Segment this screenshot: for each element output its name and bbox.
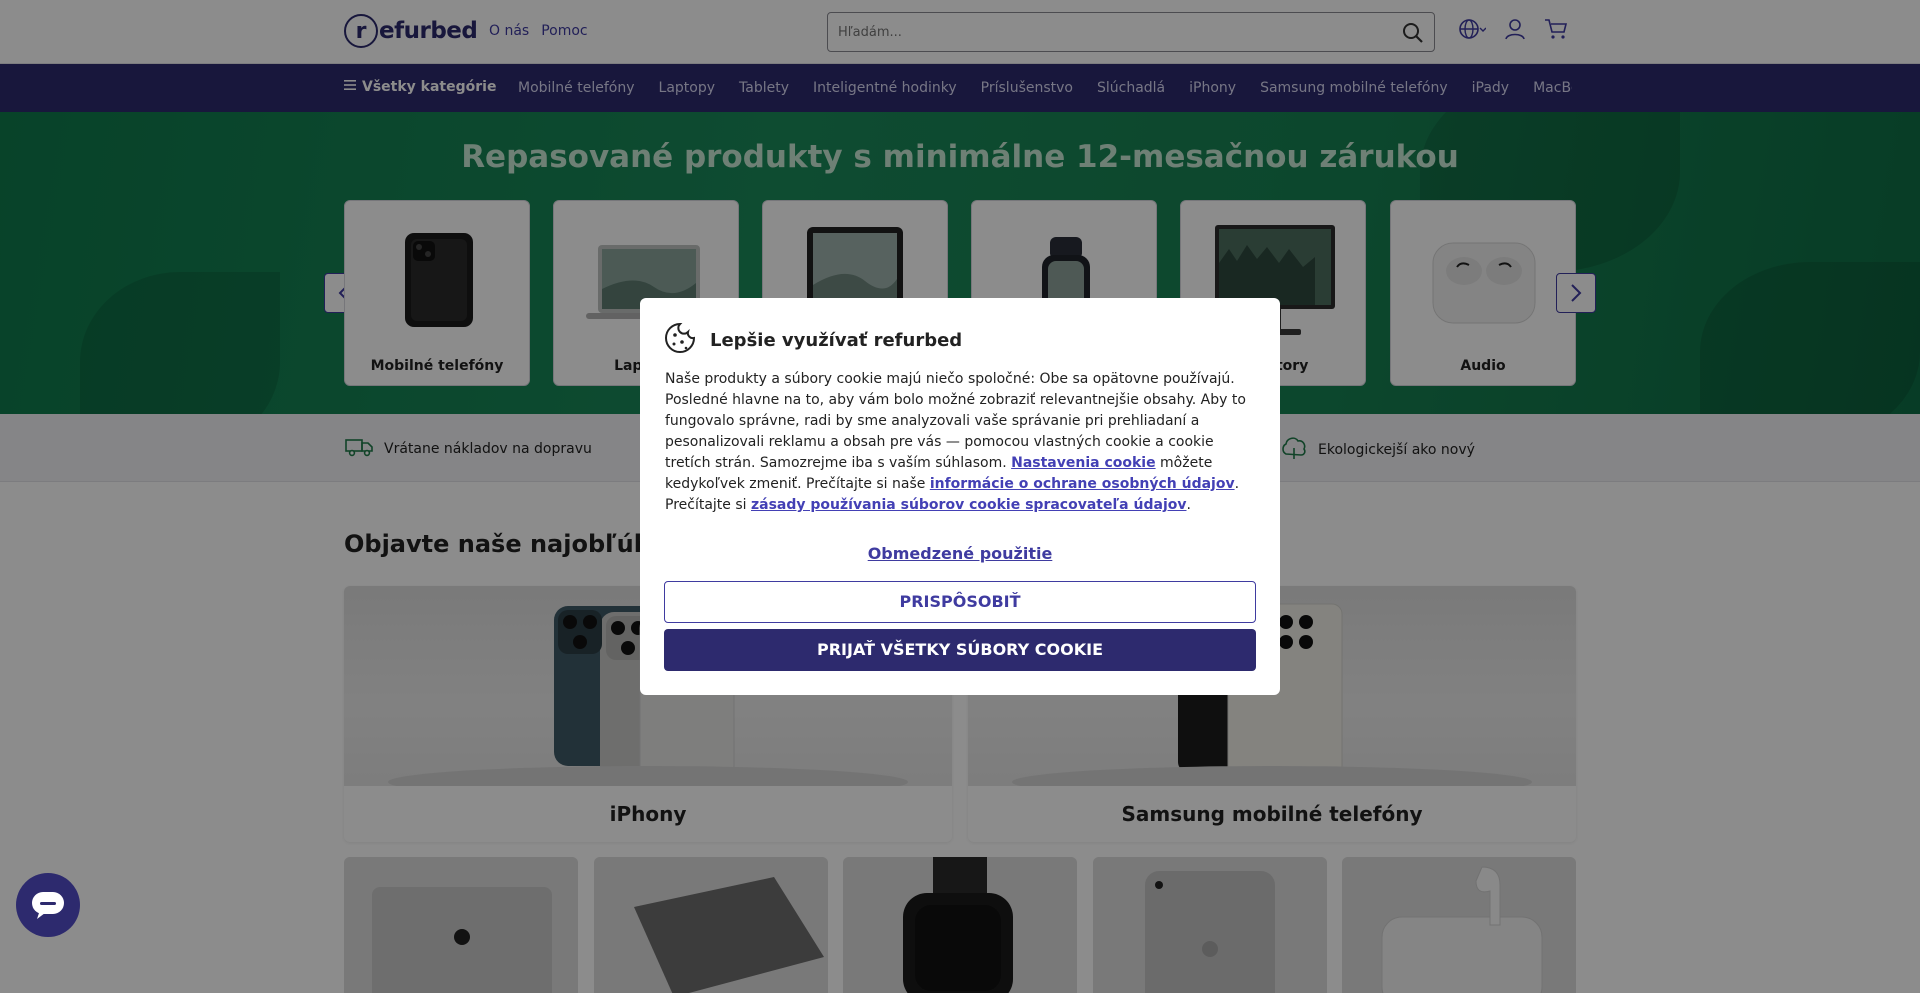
modal-body-text: Naše produkty a súbory cookie majú niečo… xyxy=(665,369,1259,516)
processor-policy-link[interactable]: zásady používania súborov cookie spracov… xyxy=(751,497,1186,513)
cookie-consent-modal: Lepšie využívať refurbed Naše produkty a… xyxy=(640,298,1280,695)
accept-all-cookies-button[interactable]: PRIJAŤ VŠETKY SÚBORY COOKIE xyxy=(664,629,1256,671)
cookie-icon xyxy=(664,322,696,358)
chat-bubble-icon xyxy=(32,892,64,919)
modal-header: Lepšie využívať refurbed xyxy=(664,322,962,358)
modal-title: Lepšie využívať refurbed xyxy=(710,329,963,351)
privacy-info-link[interactable]: informácie o ochrane osobných údajov xyxy=(930,476,1235,492)
limited-use-link[interactable]: Obmedzené použitie xyxy=(640,544,1280,563)
chat-button[interactable] xyxy=(16,873,80,937)
customize-button[interactable]: PRISPÔSOBIŤ xyxy=(664,581,1256,623)
cookie-settings-link[interactable]: Nastavenia cookie xyxy=(1011,455,1155,471)
body-text: . xyxy=(1186,497,1191,513)
